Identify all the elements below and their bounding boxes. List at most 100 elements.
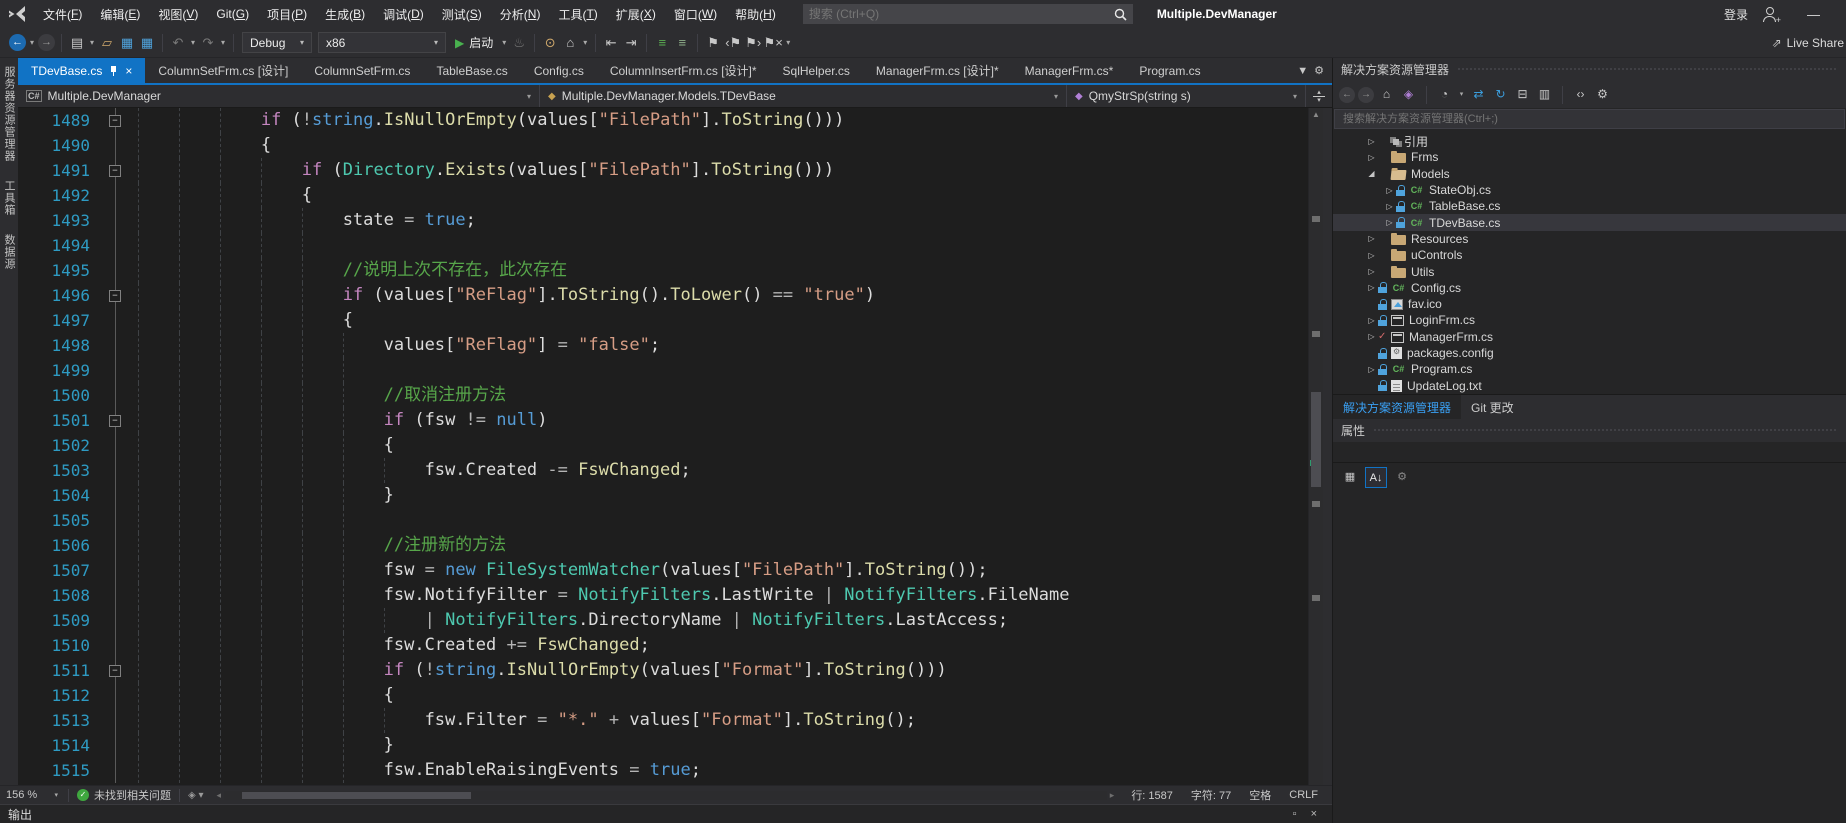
line-indicator[interactable]: 行: 1587 [1131, 787, 1173, 803]
expand-arrow-icon[interactable]: ▷ [1383, 186, 1396, 195]
horizontal-scrollbar[interactable]: ◂ ▸ [214, 790, 1118, 801]
tree-item-Frms[interactable]: ▷Frms [1333, 149, 1846, 165]
code-line[interactable]: 1505 [18, 508, 1308, 533]
save-all-icon[interactable]: ▦ [137, 33, 157, 53]
code-line[interactable]: 1493 state = true; [18, 208, 1308, 233]
code-line[interactable]: 1494 [18, 233, 1308, 258]
panel-splitter[interactable] [1323, 108, 1332, 785]
property-pages-icon[interactable]: ⚙ [1391, 467, 1413, 488]
eol-indicator[interactable]: CRLF [1289, 789, 1318, 801]
panel-tab-解决方案资源管理器[interactable]: 解决方案资源管理器 [1333, 395, 1461, 419]
solution-explorer-search-input[interactable] [1334, 109, 1845, 129]
side-tab-数据源[interactable]: 数据源 [1, 234, 17, 270]
fold-collapse-icon[interactable]: − [109, 415, 121, 427]
menu-item-v[interactable]: 视图(V) [149, 0, 207, 28]
user-account-icon[interactable]: + [1762, 7, 1777, 22]
live-share-button[interactable]: ⇗ Live Share [1772, 36, 1846, 50]
code-line[interactable]: 1489− if (!string.IsNullOrEmpty(values["… [18, 108, 1308, 133]
project-dropdown[interactable]: C# Multiple.DevManager▾ [18, 85, 540, 107]
menu-item-e[interactable]: 编辑(E) [91, 0, 149, 28]
expand-arrow-icon[interactable]: ▷ [1365, 234, 1378, 243]
redo-dropdown[interactable]: ▾ [218, 33, 228, 53]
tab-ColumnInsertFrm.cs设计[interactable]: ColumnInsertFrm.cs [设计]* [597, 58, 770, 83]
code-line[interactable]: 1490 { [18, 133, 1308, 158]
fold-collapse-icon[interactable]: − [109, 665, 121, 677]
undo-icon[interactable]: ↶ [168, 33, 188, 53]
prev-bookmark-icon[interactable]: ‹⚑ [723, 33, 743, 53]
menu-item-d[interactable]: 调试(D) [374, 0, 433, 28]
bookmark-dropdown[interactable]: ▾ [783, 33, 793, 53]
tab-list-icon[interactable]: ▼ [1297, 65, 1308, 77]
tree-item-StateObj.cs[interactable]: ▷C#StateObj.cs [1333, 182, 1846, 198]
menu-item-t[interactable]: 工具(T) [549, 0, 606, 28]
next-bookmark-icon[interactable]: ⚑› [743, 33, 763, 53]
code-line[interactable]: 1497 { [18, 308, 1308, 333]
menu-item-b[interactable]: 生成(B) [316, 0, 374, 28]
navigate-home-icon[interactable]: ⌂ [560, 33, 580, 53]
code-line[interactable]: 1514 } [18, 733, 1308, 758]
tab-Config.cs[interactable]: Config.cs [521, 58, 597, 83]
tree-item-LoginFrm.cs[interactable]: ▷LoginFrm.cs [1333, 312, 1846, 328]
alphabetical-icon[interactable]: A↓ [1365, 467, 1387, 488]
start-debug-button[interactable]: ▶启动 [449, 34, 499, 51]
forward-icon[interactable]: → [1358, 87, 1374, 103]
sync-with-active-document-icon[interactable]: ⇄ [1469, 85, 1488, 104]
fold-collapse-icon[interactable]: − [109, 165, 121, 177]
code-line[interactable]: 1498 values["ReFlag"] = "false"; [18, 333, 1308, 358]
tab-ColumnSetFrm.cs设计[interactable]: ColumnSetFrm.cs [设计] [145, 58, 301, 83]
tree-item-UpdateLog.txt[interactable]: UpdateLog.txt [1333, 377, 1846, 393]
collapse-all-icon[interactable]: ⊟ [1513, 85, 1532, 104]
expand-arrow-icon[interactable]: ▷ [1365, 316, 1378, 325]
indent-decrease-icon[interactable]: ⇤ [601, 33, 621, 53]
code-cleanup-icon[interactable]: ◈ ▾ [184, 790, 208, 801]
code-line[interactable]: 1496− if (values["ReFlag"].ToString().To… [18, 283, 1308, 308]
home-icon[interactable]: ⌂ [1377, 85, 1396, 104]
window-position-icon[interactable]: ▫ [1286, 808, 1304, 820]
fold-collapse-icon[interactable]: − [109, 290, 121, 302]
code-line[interactable]: 1509 | NotifyFilters.DirectoryName | Not… [18, 608, 1308, 633]
code-line[interactable]: 1492 { [18, 183, 1308, 208]
expand-arrow-icon[interactable]: ▷ [1365, 137, 1378, 146]
show-all-files-icon[interactable]: ▥ [1535, 85, 1554, 104]
tab-ManagerFrm.cs设计[interactable]: ManagerFrm.cs [设计]* [863, 58, 1012, 83]
tree-item-ManagerFrm.cs[interactable]: ▷✓ManagerFrm.cs [1333, 329, 1846, 345]
scrollbar-thumb[interactable] [1311, 392, 1321, 487]
tab-Program.cs[interactable]: Program.cs [1126, 58, 1213, 83]
expand-arrow-icon[interactable]: ▷ [1365, 365, 1378, 374]
tab-ColumnSetFrm.cs[interactable]: ColumnSetFrm.cs [301, 58, 423, 83]
code-line[interactable]: 1495 //说明上次不存在，此次存在 [18, 258, 1308, 283]
filter-dropdown[interactable]: ▾ [1457, 85, 1466, 104]
scroll-up-icon[interactable]: ▲ [1309, 110, 1323, 119]
code-line[interactable]: 1515 fsw.EnableRaisingEvents = true; [18, 758, 1308, 783]
categorized-icon[interactable]: ▦ [1339, 467, 1361, 488]
document-health-indicator[interactable]: ✓ 未找到相关问题 [73, 787, 175, 803]
redo-icon[interactable]: ↷ [198, 33, 218, 53]
code-line[interactable]: 1502 { [18, 433, 1308, 458]
side-tab-服务器资源管理器[interactable]: 服务器资源管理器 [1, 66, 17, 162]
expand-arrow-icon[interactable]: ▷ [1365, 251, 1378, 260]
code-line[interactable]: 1491− if (Directory.Exists(values["FileP… [18, 158, 1308, 183]
scroll-right-icon[interactable]: ▸ [1107, 790, 1118, 801]
code-line[interactable]: 1508 fsw.NotifyFilter = NotifyFilters.La… [18, 583, 1308, 608]
expand-arrow-icon[interactable]: ▷ [1365, 153, 1378, 162]
toggle-bookmark-icon[interactable]: ⚑ [703, 33, 723, 53]
menu-item-s[interactable]: 测试(S) [433, 0, 491, 28]
refresh-icon[interactable]: ↻ [1491, 85, 1510, 104]
tree-item-TableBase.cs[interactable]: ▷C#TableBase.cs [1333, 198, 1846, 214]
open-file-icon[interactable]: ▱ [97, 33, 117, 53]
side-tab-工具箱[interactable]: 工具箱 [1, 180, 17, 216]
menu-item-x[interactable]: 扩展(X) [607, 0, 665, 28]
expand-arrow-icon[interactable]: ▷ [1383, 218, 1396, 227]
home-dropdown[interactable]: ▾ [580, 33, 590, 53]
code-line[interactable]: 1501− if (fsw != null) [18, 408, 1308, 433]
menu-item-g[interactable]: Git(G) [207, 0, 258, 28]
tree-item-Resources[interactable]: ▷Resources [1333, 231, 1846, 247]
tree-item-Config.cs[interactable]: ▷C#Config.cs [1333, 280, 1846, 296]
close-icon[interactable]: × [125, 64, 132, 78]
code-line[interactable]: 1499 [18, 358, 1308, 383]
new-file-dropdown[interactable]: ▾ [87, 33, 97, 53]
vertical-scrollbar[interactable]: ▲ [1308, 108, 1323, 785]
clear-bookmarks-icon[interactable]: ⚑× [763, 33, 783, 53]
panel-grip[interactable] [1373, 428, 1838, 433]
find-in-files-icon[interactable]: ⊙ [540, 33, 560, 53]
